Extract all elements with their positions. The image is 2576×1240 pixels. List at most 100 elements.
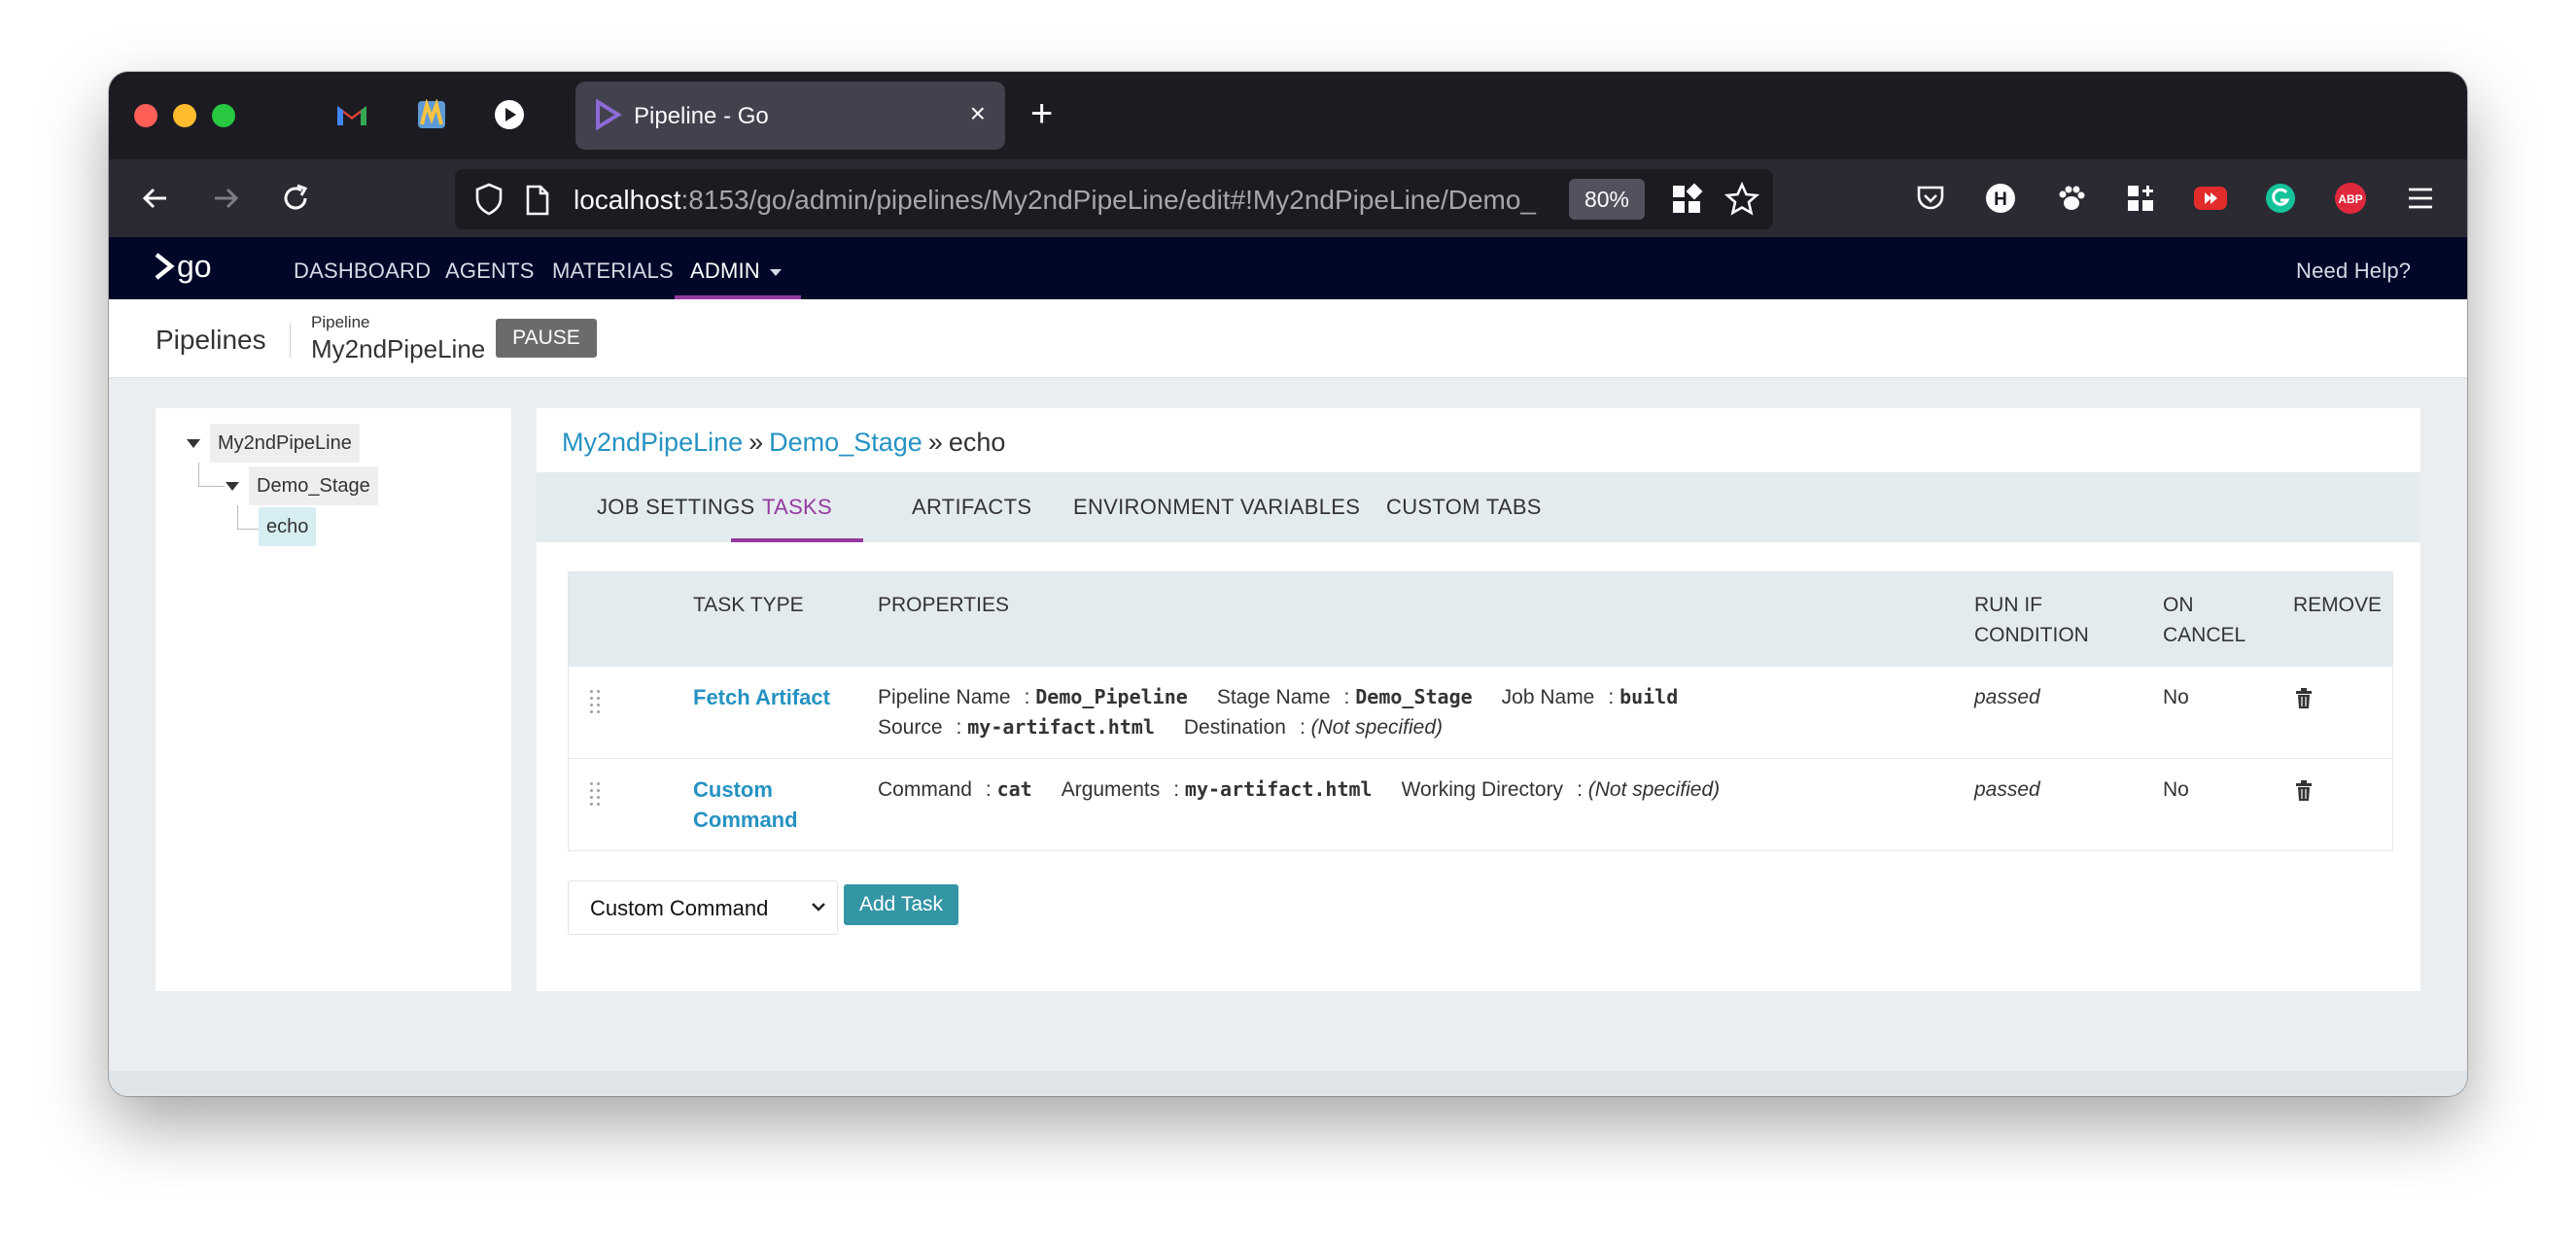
breadcrumb-current-job: echo bbox=[948, 428, 1006, 457]
url-text[interactable]: localhost:8153/go/admin/pipelines/My2ndP… bbox=[574, 185, 1546, 216]
header-on-cancel-line2: CANCEL bbox=[2163, 624, 2246, 646]
miro-pinned-tab-icon[interactable] bbox=[414, 97, 449, 132]
page-info-icon[interactable] bbox=[525, 185, 550, 221]
property-value: (Not specified) bbox=[1587, 778, 1721, 801]
property-colon: : bbox=[1577, 778, 1583, 801]
nav-dashboard[interactable]: DASHBOARD bbox=[294, 258, 431, 284]
trash-icon[interactable] bbox=[2295, 780, 2313, 807]
grammarly-icon[interactable] bbox=[2261, 179, 2300, 218]
property-value: my-artifact.html bbox=[967, 715, 1155, 739]
active-browser-tab[interactable]: Pipeline - Go × bbox=[575, 82, 1005, 150]
breadcrumb: My2ndPipeLine» Demo_Stage» echo bbox=[562, 428, 1005, 458]
nav-agents[interactable]: AGENTS bbox=[445, 258, 535, 284]
gocd-logo[interactable]: go bbox=[154, 251, 212, 282]
trash-icon[interactable] bbox=[2295, 688, 2313, 714]
page-header: Pipelines Pipeline My2ndPipeLine PAUSE bbox=[109, 299, 2467, 378]
tab-artifacts[interactable]: ARTIFACTS bbox=[912, 472, 1031, 542]
property-colon: : bbox=[1343, 686, 1350, 708]
zoom-level-badge[interactable]: 80% bbox=[1569, 179, 1645, 220]
caret-down-icon[interactable] bbox=[187, 438, 200, 448]
chevron-down-icon bbox=[770, 268, 783, 276]
pipeline-tree-sidebar: My2ndPipeLine Demo_Stage echo bbox=[156, 408, 511, 991]
caret-down-icon[interactable] bbox=[226, 481, 239, 491]
extension-h-label: H bbox=[1994, 189, 2007, 210]
property-key: Stage Name bbox=[1216, 686, 1331, 708]
gocd-header: go DASHBOARD AGENTS MATERIALS ADMIN Need… bbox=[109, 237, 2467, 299]
tab-environment-variables[interactable]: ENVIRONMENT VARIABLES bbox=[1073, 472, 1360, 542]
on-cancel-value: No bbox=[2163, 778, 2189, 801]
property-colon: : bbox=[956, 716, 962, 739]
tree-node-label[interactable]: Demo_Stage bbox=[249, 466, 378, 505]
tree-node-label[interactable]: My2ndPipeLine bbox=[210, 424, 360, 463]
tab-title: Pipeline - Go bbox=[634, 103, 769, 129]
property-key: Command bbox=[878, 778, 972, 801]
bookmark-star-icon[interactable] bbox=[1723, 181, 1760, 222]
pocket-icon[interactable] bbox=[1911, 179, 1950, 218]
task-properties: Command: cat Arguments: my-artifact.html W… bbox=[878, 775, 1947, 805]
property-value: Demo_Stage bbox=[1355, 685, 1473, 708]
paw-extension-icon[interactable] bbox=[2051, 179, 2090, 218]
nav-materials[interactable]: MATERIALS bbox=[552, 258, 674, 284]
task-type-select-value: Custom Command bbox=[590, 896, 769, 920]
property-colon: : bbox=[1024, 686, 1030, 708]
play-pinned-tab-icon[interactable] bbox=[492, 97, 527, 132]
task-type-link[interactable]: Custom Command bbox=[693, 775, 798, 835]
nav-admin[interactable]: ADMIN bbox=[690, 258, 783, 284]
close-window-button[interactable] bbox=[134, 104, 157, 127]
close-tab-icon[interactable]: × bbox=[970, 99, 986, 128]
breadcrumb-stage-link[interactable]: Demo_Stage bbox=[769, 428, 922, 457]
task-type-select[interactable]: Custom Command bbox=[568, 880, 838, 935]
reload-icon[interactable] bbox=[276, 179, 315, 218]
extension-abp-label: ABP bbox=[2338, 192, 2362, 206]
tree-node-job[interactable]: echo bbox=[259, 507, 317, 546]
tree-node-pipeline[interactable]: My2ndPipeLine bbox=[187, 424, 360, 463]
tree-node-label[interactable]: echo bbox=[259, 507, 317, 546]
header-run-if-line2: CONDITION bbox=[1974, 624, 2089, 646]
new-tab-icon[interactable]: + bbox=[1030, 89, 1053, 138]
hamburger-menu-icon[interactable] bbox=[2401, 179, 2440, 218]
apps-grid-icon[interactable] bbox=[2121, 179, 2160, 218]
task-type-link[interactable]: Fetch Artifact bbox=[693, 682, 830, 712]
adblock-plus-icon[interactable]: ABP bbox=[2331, 179, 2370, 218]
gocd-tab-icon bbox=[593, 98, 622, 135]
back-arrow-icon[interactable] bbox=[136, 179, 175, 218]
address-bar[interactable]: localhost:8153/go/admin/pipelines/My2ndP… bbox=[455, 169, 1773, 229]
browser-tab-bar: Pipeline - Go × + bbox=[109, 72, 2467, 159]
tab-custom-tabs[interactable]: CUSTOM TABS bbox=[1386, 472, 1542, 542]
tasks-table-header: TASK TYPE PROPERTIES RUN IF CONDITION ON C… bbox=[569, 572, 2392, 666]
property-key: Source bbox=[878, 716, 943, 739]
tab-tasks[interactable]: TASKS bbox=[731, 472, 864, 542]
job-tabs: JOB SETTINGS TASKS ARTIFACTS ENVIRONMENT… bbox=[537, 472, 2420, 542]
gmail-pinned-tab-icon[interactable] bbox=[334, 97, 369, 132]
property-colon: : bbox=[1173, 778, 1180, 801]
on-cancel-value: No bbox=[2163, 686, 2189, 708]
pause-button[interactable]: PAUSE bbox=[496, 319, 597, 358]
job-edit-panel: My2ndPipeLine» Demo_Stage» echo JOB SETTIN… bbox=[537, 408, 2420, 991]
extension-h-icon[interactable]: H bbox=[1981, 179, 2020, 218]
drag-handle-icon[interactable] bbox=[588, 688, 602, 717]
drag-handle-icon[interactable] bbox=[588, 780, 602, 809]
youtube-extension-icon[interactable] bbox=[2191, 179, 2230, 218]
breadcrumb-separator: » bbox=[748, 428, 764, 457]
forward-arrow-icon[interactable] bbox=[206, 179, 245, 218]
add-task-button[interactable]: Add Task bbox=[844, 884, 958, 925]
need-help-link[interactable]: Need Help? bbox=[2296, 258, 2411, 284]
property-value: cat bbox=[996, 777, 1032, 801]
property-value: build bbox=[1619, 685, 1679, 708]
qr-code-icon[interactable] bbox=[1670, 183, 1703, 221]
property-value: Demo_Pipeline bbox=[1035, 685, 1188, 708]
pipelines-link[interactable]: Pipelines bbox=[156, 325, 266, 356]
tasks-table: TASK TYPE PROPERTIES RUN IF CONDITION ON C… bbox=[568, 571, 2393, 851]
url-host: localhost bbox=[574, 185, 681, 215]
breadcrumb-pipeline-link[interactable]: My2ndPipeLine bbox=[562, 428, 743, 457]
run-if-value: passed bbox=[1974, 686, 2040, 708]
property-colon: : bbox=[985, 778, 992, 801]
chevron-down-icon bbox=[810, 897, 827, 921]
maximize-window-button[interactable] bbox=[212, 104, 235, 127]
property-colon: : bbox=[1299, 716, 1305, 739]
shield-icon[interactable] bbox=[474, 183, 504, 221]
property-key: Working Directory bbox=[1401, 778, 1564, 801]
tree-node-stage[interactable]: Demo_Stage bbox=[226, 466, 378, 505]
property-value: my-artifact.html bbox=[1184, 777, 1373, 801]
minimize-window-button[interactable] bbox=[173, 104, 196, 127]
